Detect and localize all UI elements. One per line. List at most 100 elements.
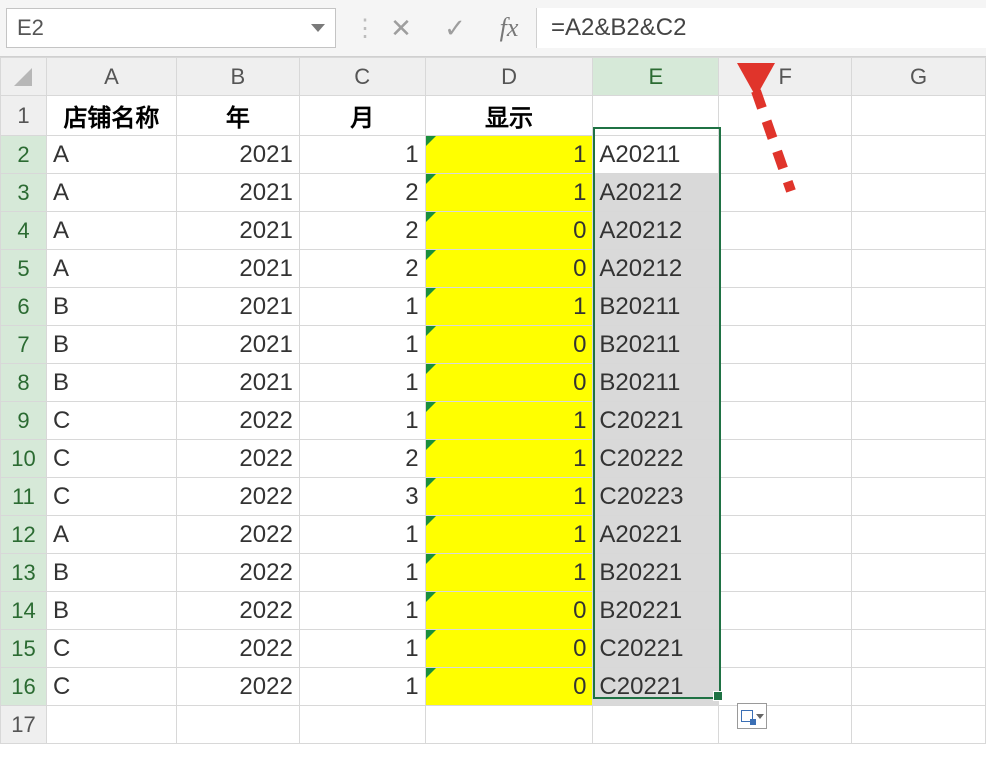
- cell-C1[interactable]: 月: [299, 96, 425, 136]
- row-header-8[interactable]: 8: [1, 364, 47, 402]
- row-header-15[interactable]: 15: [1, 630, 47, 668]
- cell-E5[interactable]: A20212: [593, 250, 719, 288]
- cell-D8[interactable]: 0: [425, 364, 593, 402]
- cell-B17[interactable]: [176, 706, 299, 744]
- cell-E13[interactable]: B20221: [593, 554, 719, 592]
- insert-function-button[interactable]: fx: [482, 8, 536, 48]
- cell-A9[interactable]: C: [46, 402, 176, 440]
- cell-G9[interactable]: [852, 402, 986, 440]
- row-header-10[interactable]: 10: [1, 440, 47, 478]
- row-header-16[interactable]: 16: [1, 668, 47, 706]
- cell-D14[interactable]: 0: [425, 592, 593, 630]
- cell-D6[interactable]: 1: [425, 288, 593, 326]
- cell-B16[interactable]: 2022: [176, 668, 299, 706]
- cell-B3[interactable]: 2021: [176, 174, 299, 212]
- column-header-B[interactable]: B: [176, 58, 299, 96]
- cell-G11[interactable]: [852, 478, 986, 516]
- cell-E8[interactable]: B20211: [593, 364, 719, 402]
- cancel-formula-button[interactable]: ✕: [374, 8, 428, 48]
- cell-F16[interactable]: [719, 668, 852, 706]
- cell-A5[interactable]: A: [46, 250, 176, 288]
- cell-G15[interactable]: [852, 630, 986, 668]
- cell-F1[interactable]: [719, 96, 852, 136]
- cell-D1[interactable]: 显示: [425, 96, 593, 136]
- cell-G7[interactable]: [852, 326, 986, 364]
- cell-E11[interactable]: C20223: [593, 478, 719, 516]
- cell-G12[interactable]: [852, 516, 986, 554]
- cell-C10[interactable]: 2: [299, 440, 425, 478]
- cell-C9[interactable]: 1: [299, 402, 425, 440]
- cell-A14[interactable]: B: [46, 592, 176, 630]
- cell-C8[interactable]: 1: [299, 364, 425, 402]
- cell-G10[interactable]: [852, 440, 986, 478]
- cell-E10[interactable]: C20222: [593, 440, 719, 478]
- cell-C4[interactable]: 2: [299, 212, 425, 250]
- cell-B8[interactable]: 2021: [176, 364, 299, 402]
- cell-B14[interactable]: 2022: [176, 592, 299, 630]
- cell-E2[interactable]: A20211: [593, 136, 719, 174]
- cell-F2[interactable]: [719, 136, 852, 174]
- cell-B11[interactable]: 2022: [176, 478, 299, 516]
- cell-E16[interactable]: C20221: [593, 668, 719, 706]
- column-header-F[interactable]: F: [719, 58, 852, 96]
- cell-C13[interactable]: 1: [299, 554, 425, 592]
- cell-F8[interactable]: [719, 364, 852, 402]
- cell-C7[interactable]: 1: [299, 326, 425, 364]
- cell-G2[interactable]: [852, 136, 986, 174]
- cell-E14[interactable]: B20221: [593, 592, 719, 630]
- cell-A12[interactable]: A: [46, 516, 176, 554]
- column-header-E[interactable]: E: [593, 58, 719, 96]
- cell-B12[interactable]: 2022: [176, 516, 299, 554]
- name-box-dropdown-icon[interactable]: [311, 24, 325, 32]
- autofill-options-button[interactable]: [737, 703, 767, 729]
- cell-G6[interactable]: [852, 288, 986, 326]
- row-header-13[interactable]: 13: [1, 554, 47, 592]
- cell-A15[interactable]: C: [46, 630, 176, 668]
- cell-E12[interactable]: A20221: [593, 516, 719, 554]
- cell-E1[interactable]: [593, 96, 719, 136]
- cell-C17[interactable]: [299, 706, 425, 744]
- cell-B9[interactable]: 2022: [176, 402, 299, 440]
- cell-G17[interactable]: [852, 706, 986, 744]
- cell-A17[interactable]: [46, 706, 176, 744]
- cell-D4[interactable]: 0: [425, 212, 593, 250]
- cell-A3[interactable]: A: [46, 174, 176, 212]
- column-header-C[interactable]: C: [299, 58, 425, 96]
- name-box[interactable]: E2: [6, 8, 336, 48]
- cell-B2[interactable]: 2021: [176, 136, 299, 174]
- cell-F7[interactable]: [719, 326, 852, 364]
- cell-A16[interactable]: C: [46, 668, 176, 706]
- row-header-6[interactable]: 6: [1, 288, 47, 326]
- cell-G14[interactable]: [852, 592, 986, 630]
- cell-F11[interactable]: [719, 478, 852, 516]
- column-header-G[interactable]: G: [852, 58, 986, 96]
- cell-D17[interactable]: [425, 706, 593, 744]
- cell-G5[interactable]: [852, 250, 986, 288]
- cell-E7[interactable]: B20211: [593, 326, 719, 364]
- cell-F4[interactable]: [719, 212, 852, 250]
- row-header-2[interactable]: 2: [1, 136, 47, 174]
- cell-C11[interactable]: 3: [299, 478, 425, 516]
- cell-F14[interactable]: [719, 592, 852, 630]
- cell-G13[interactable]: [852, 554, 986, 592]
- row-header-11[interactable]: 11: [1, 478, 47, 516]
- cell-C14[interactable]: 1: [299, 592, 425, 630]
- row-header-5[interactable]: 5: [1, 250, 47, 288]
- cell-A10[interactable]: C: [46, 440, 176, 478]
- column-header-D[interactable]: D: [425, 58, 593, 96]
- cell-E17[interactable]: [593, 706, 719, 744]
- cell-B13[interactable]: 2022: [176, 554, 299, 592]
- cell-A13[interactable]: B: [46, 554, 176, 592]
- cell-C12[interactable]: 1: [299, 516, 425, 554]
- cell-D13[interactable]: 1: [425, 554, 593, 592]
- cell-D7[interactable]: 0: [425, 326, 593, 364]
- worksheet[interactable]: ABCDEFG1店铺名称年月显示2A202111A202113A202121A2…: [0, 57, 986, 744]
- cell-B15[interactable]: 2022: [176, 630, 299, 668]
- cell-G4[interactable]: [852, 212, 986, 250]
- row-header-3[interactable]: 3: [1, 174, 47, 212]
- cell-G16[interactable]: [852, 668, 986, 706]
- cell-G8[interactable]: [852, 364, 986, 402]
- accept-formula-button[interactable]: ✓: [428, 8, 482, 48]
- cell-D10[interactable]: 1: [425, 440, 593, 478]
- cell-F5[interactable]: [719, 250, 852, 288]
